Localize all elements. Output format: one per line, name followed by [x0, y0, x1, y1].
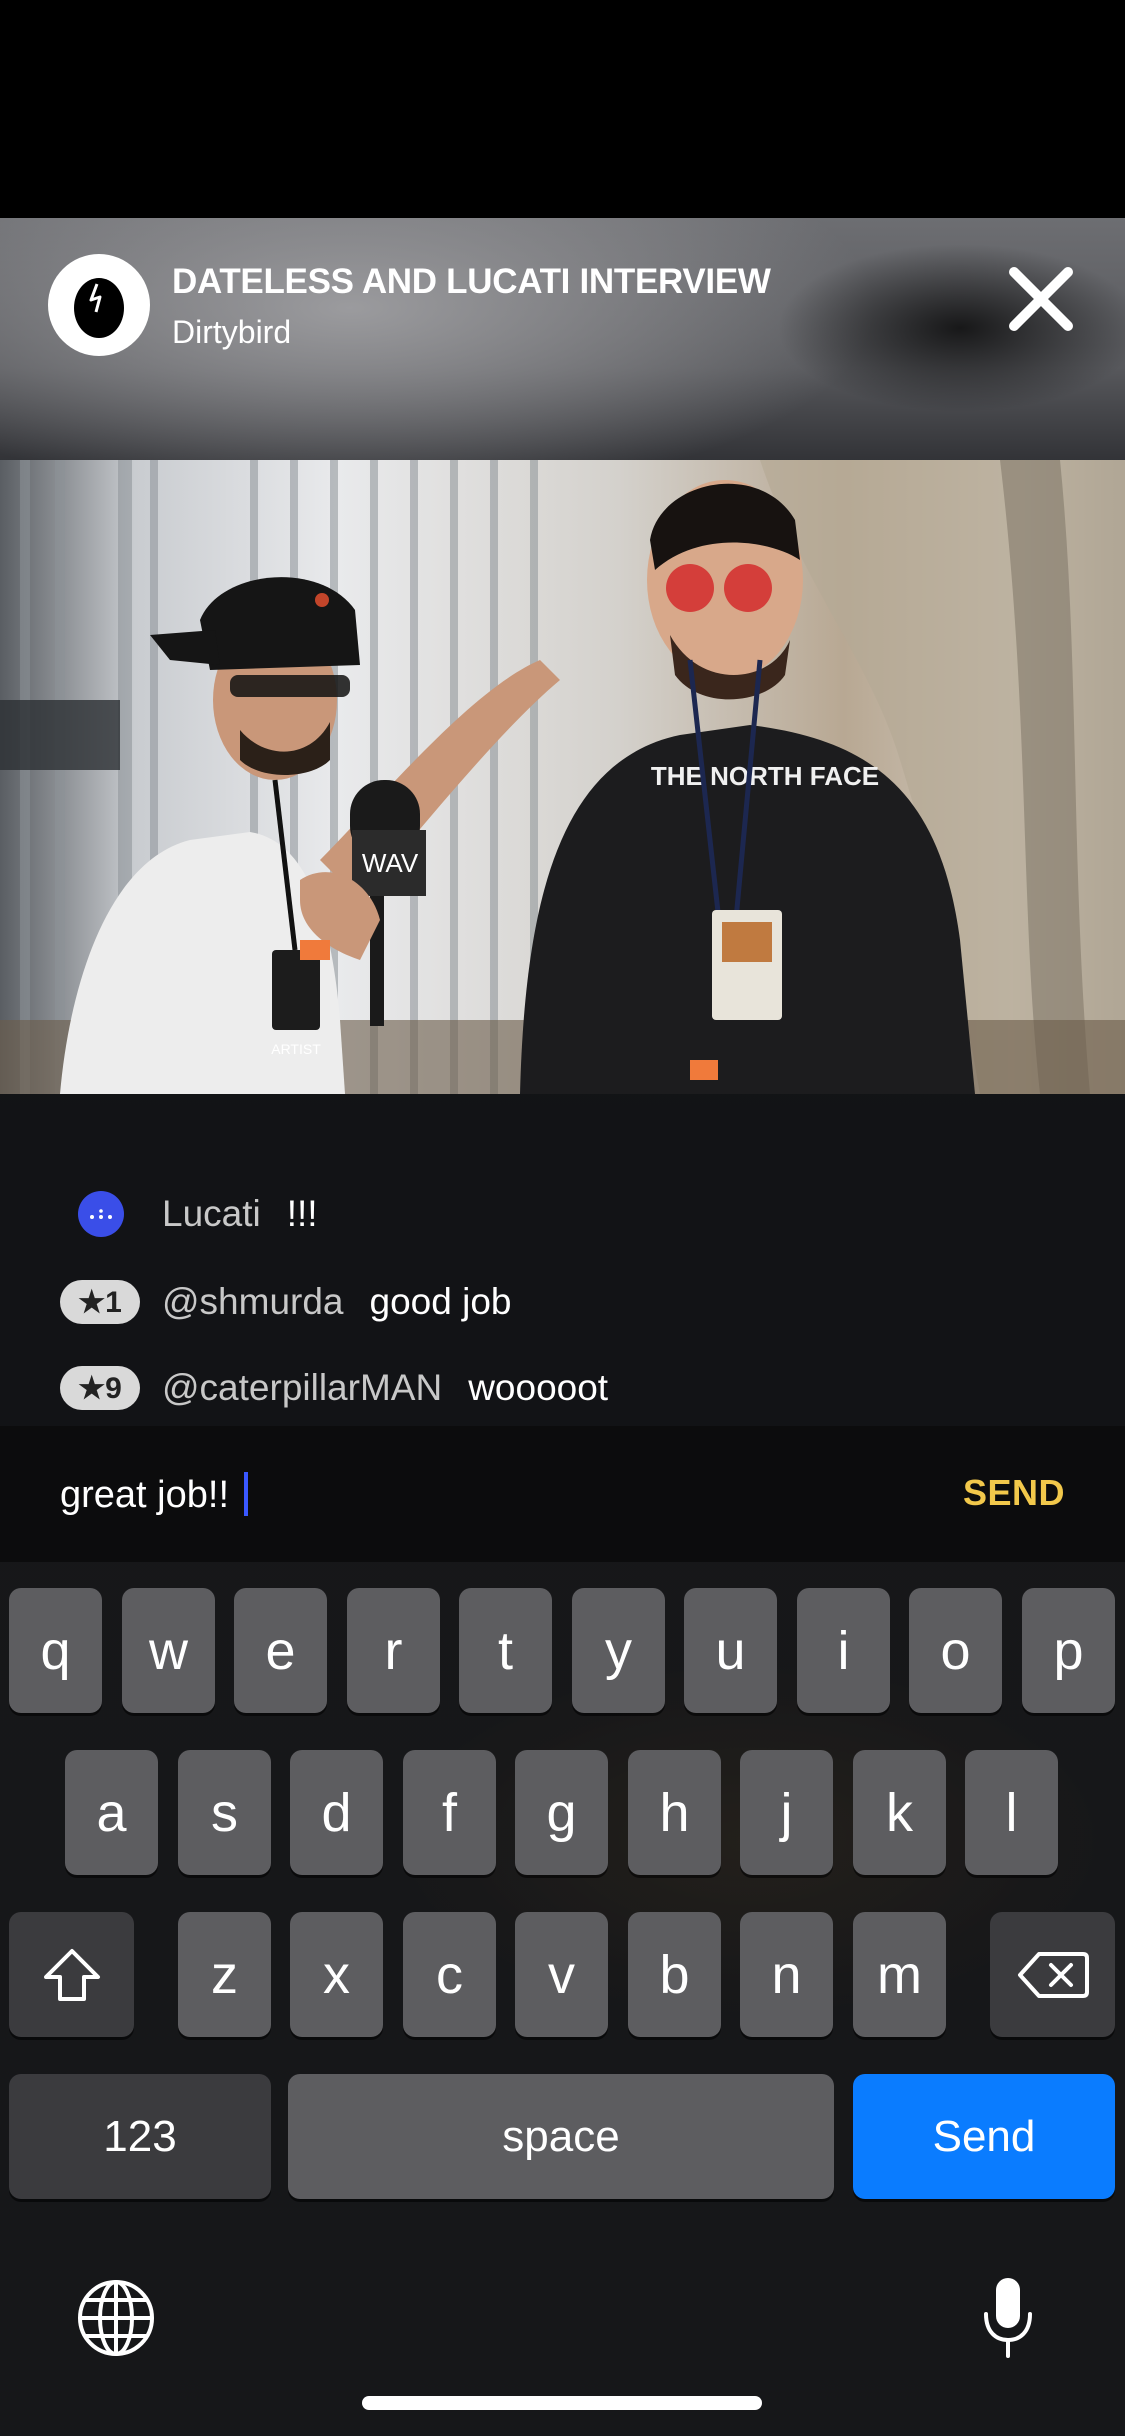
chat-text: wooooot	[468, 1367, 609, 1408]
key-x[interactable]: x	[290, 1912, 383, 2037]
text-caret	[244, 1472, 248, 1516]
globe-icon	[78, 2280, 154, 2356]
key-e[interactable]: e	[234, 1588, 327, 1713]
dictation-button[interactable]	[980, 2276, 1036, 2360]
microphone-icon	[984, 2278, 1032, 2358]
key-j[interactable]: j	[740, 1750, 833, 1875]
key-a[interactable]: a	[65, 1750, 158, 1875]
host-badge	[78, 1191, 124, 1237]
star-badge: ★1	[60, 1280, 140, 1324]
key-n[interactable]: n	[740, 1912, 833, 2037]
key-g[interactable]: g	[515, 1750, 608, 1875]
key-p[interactable]: p	[1022, 1588, 1115, 1713]
globe-button[interactable]	[76, 2278, 156, 2358]
ellipsis-icon	[90, 1209, 112, 1219]
key-d[interactable]: d	[290, 1750, 383, 1875]
key-c[interactable]: c	[403, 1912, 496, 2037]
key-r[interactable]: r	[347, 1588, 440, 1713]
numbers-key[interactable]: 123	[9, 2074, 271, 2199]
chat-text: good job	[369, 1281, 512, 1322]
key-i[interactable]: i	[797, 1588, 890, 1713]
key-h[interactable]: h	[628, 1750, 721, 1875]
key-z[interactable]: z	[178, 1912, 271, 2037]
screen: DATELESS AND LUCATI INTERVIEW Dirtybird	[0, 0, 1125, 2436]
chat-author[interactable]: @caterpillarMAN	[162, 1367, 442, 1409]
stream-header: DATELESS AND LUCATI INTERVIEW Dirtybird	[0, 218, 1125, 460]
message-input[interactable]	[60, 1466, 860, 1524]
key-l[interactable]: l	[965, 1750, 1058, 1875]
chat-feed: Lucati !!! ★1 @shmurda good job ★9 @cate…	[0, 1094, 1125, 1426]
stream-title: DATELESS AND LUCATI INTERVIEW	[172, 262, 771, 301]
key-q[interactable]: q	[9, 1588, 102, 1713]
space-key[interactable]: space	[288, 2074, 834, 2199]
keyboard-send-key[interactable]: Send	[853, 2074, 1115, 2199]
backspace-icon	[1017, 1951, 1089, 1998]
mic-label: WAV	[362, 848, 419, 878]
artist-pass-label: ARTIST	[271, 1041, 321, 1057]
egg-logo-icon	[74, 278, 124, 338]
chat-author[interactable]: Lucati	[162, 1193, 261, 1235]
key-v[interactable]: v	[515, 1912, 608, 2037]
message-composer: SEND	[0, 1426, 1125, 1562]
video-frame: ARTIST WAV THE NORTH FACE	[0, 460, 1125, 1094]
close-button[interactable]	[1006, 264, 1076, 334]
key-o[interactable]: o	[909, 1588, 1002, 1713]
shirt-print: THE NORTH FACE	[651, 761, 879, 791]
key-f[interactable]: f	[403, 1750, 496, 1875]
chat-text: !!!	[286, 1193, 318, 1234]
chat-message: ★1 @shmurda good job	[60, 1274, 511, 1330]
key-b[interactable]: b	[628, 1912, 721, 2037]
keyboard: q w e r t y u i o p a s d f g h j k l z …	[0, 1562, 1125, 2436]
shift-icon	[43, 1948, 100, 2001]
channel-avatar[interactable]	[48, 254, 150, 356]
key-k[interactable]: k	[853, 1750, 946, 1875]
close-icon	[1009, 267, 1073, 331]
star-badge: ★9	[60, 1366, 140, 1410]
home-indicator[interactable]	[362, 2396, 762, 2410]
chat-author[interactable]: @shmurda	[162, 1281, 344, 1323]
key-u[interactable]: u	[684, 1588, 777, 1713]
backspace-key[interactable]	[990, 1912, 1115, 2037]
interviewer-figure: ARTIST WAV	[60, 577, 560, 1094]
chat-message: ★9 @caterpillarMAN wooooot	[60, 1360, 608, 1416]
key-m[interactable]: m	[853, 1912, 946, 2037]
video-player[interactable]: ARTIST WAV THE NORTH FACE	[0, 460, 1125, 1094]
send-button[interactable]: SEND	[963, 1472, 1065, 1514]
key-w[interactable]: w	[122, 1588, 215, 1713]
key-y[interactable]: y	[572, 1588, 665, 1713]
key-t[interactable]: t	[459, 1588, 552, 1713]
shift-key[interactable]	[9, 1912, 134, 2037]
chat-message: Lucati !!!	[60, 1186, 318, 1242]
key-s[interactable]: s	[178, 1750, 271, 1875]
channel-name[interactable]: Dirtybird	[172, 314, 291, 351]
